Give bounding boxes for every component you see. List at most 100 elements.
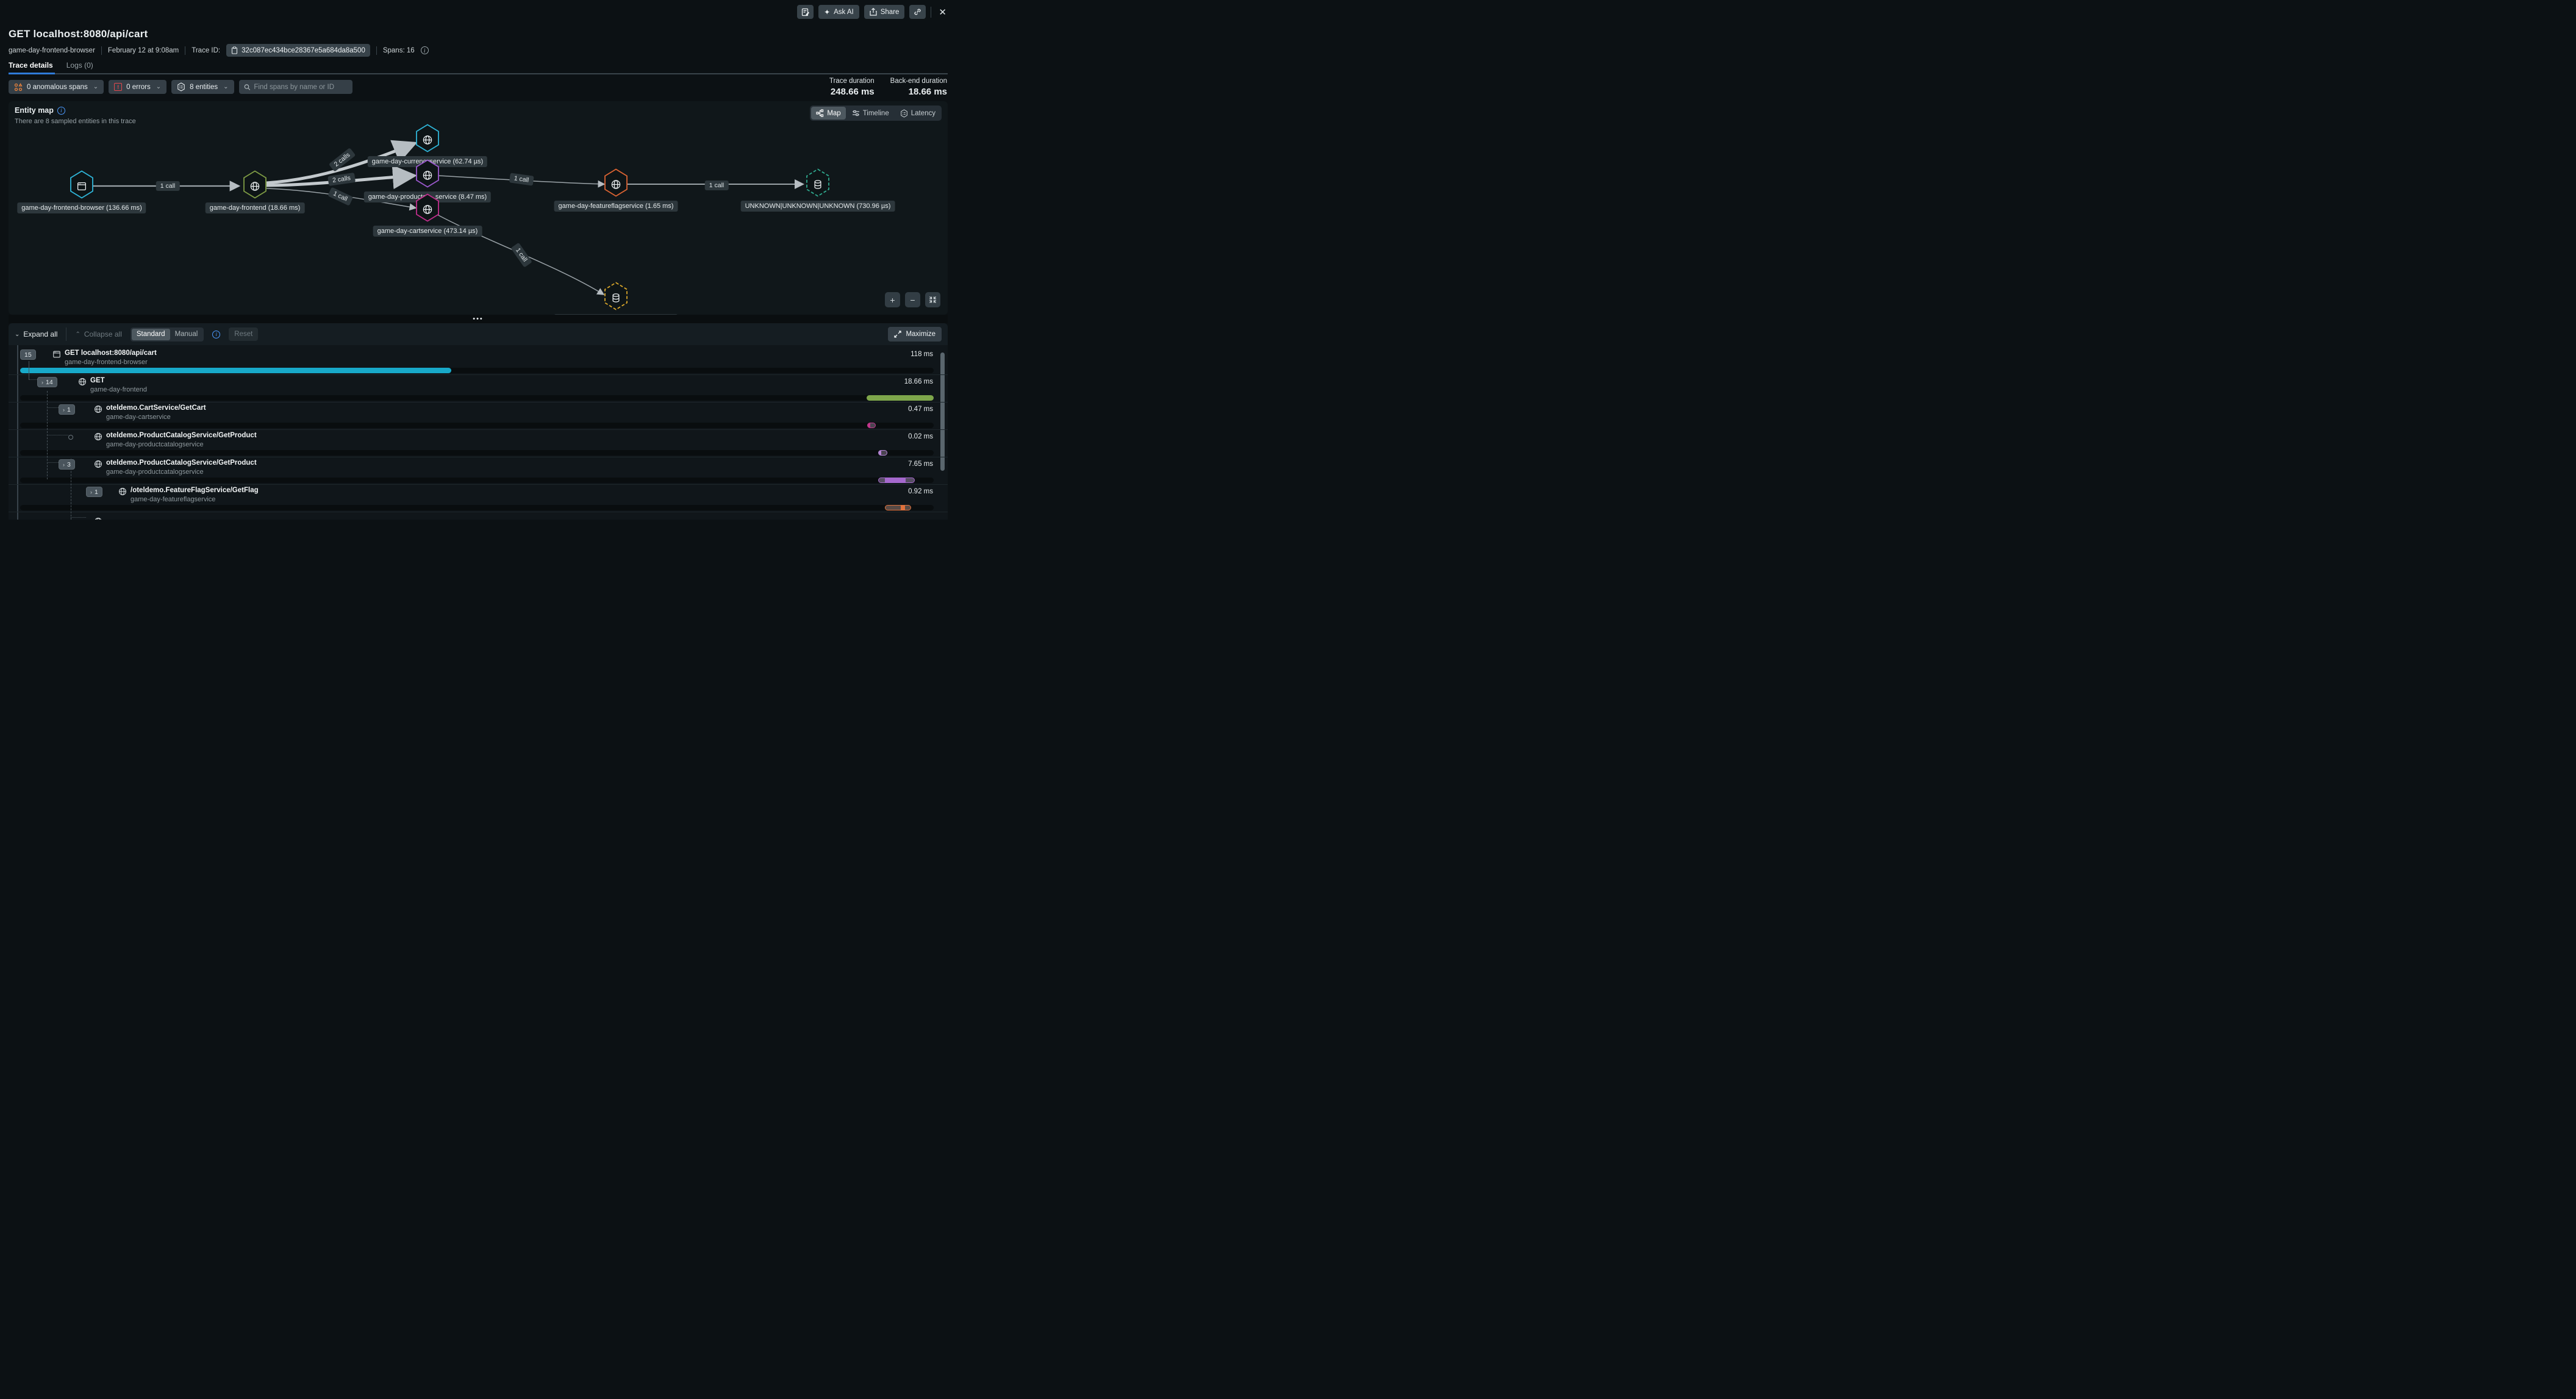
expand-all-button[interactable]: ⌄ Expand all <box>15 330 57 338</box>
span-bar <box>878 450 887 456</box>
globe-icon <box>118 487 127 496</box>
ask-ai-button[interactable]: ✦ Ask AI <box>818 5 859 19</box>
errors-dropdown[interactable]: ! 0 errors⌄ <box>109 80 166 94</box>
span-bar <box>867 423 876 428</box>
filter-row: 0 anomalous spans⌄ ! 0 errors⌄ 8 entitie… <box>9 80 352 94</box>
edge-call-count-label: 2 calls <box>327 173 356 186</box>
trace-duration-stat: Trace duration 248.66 ms <box>829 77 875 97</box>
notes-button[interactable] <box>797 5 814 19</box>
span-toggle-badge[interactable]: 15 <box>20 349 36 360</box>
chevron-down-icon: ⌄ <box>156 84 161 90</box>
tree-guide-stub <box>47 462 59 463</box>
entity-node-redis[interactable] <box>604 282 628 313</box>
span-toggle-badge[interactable]: ›1 <box>86 487 102 497</box>
globe-icon-slot <box>94 517 102 520</box>
entity-node-game-day-frontend-browser[interactable] <box>70 171 93 202</box>
span-row[interactable]: oteldemo.ProductCatalogService/GetProduc… <box>9 430 948 457</box>
span-bar <box>867 395 934 401</box>
share-button[interactable]: Share <box>864 5 905 19</box>
copy-link-button[interactable] <box>909 5 926 19</box>
entity-map-panel: Entity map i There are 8 sampled entitie… <box>9 101 948 315</box>
meta-divider <box>376 46 377 55</box>
entity-map-info-icon[interactable]: i <box>57 107 65 115</box>
span-row[interactable]: ›3oteldemo.ProductCatalogService/GetProd… <box>9 457 948 484</box>
view-map-button[interactable]: Map <box>811 107 845 120</box>
database-icon <box>611 293 621 303</box>
span-duration: 0.47 ms <box>908 406 933 413</box>
span-bar <box>878 478 915 483</box>
map-icon <box>816 109 824 117</box>
mode-standard-button[interactable]: Standard <box>132 329 170 340</box>
entity-label-game-day-cartservice: game-day-cartservice (473.14 µs) <box>373 226 482 237</box>
chevron-up-icon: ⌃ <box>75 331 80 338</box>
span-duration: 18.66 ms <box>904 378 933 385</box>
globe-icon-slot <box>118 487 127 499</box>
entity-label-game-day-frontend: game-day-frontend (18.66 ms) <box>206 202 305 213</box>
edge-call-count-label: 2 calls <box>329 148 356 172</box>
globe-icon-slot <box>94 405 102 417</box>
edge-call-count-label: 1 call <box>510 243 532 268</box>
mode-manual-button[interactable]: Manual <box>170 329 203 340</box>
entity-label-unknown: UNKNOWN|UNKNOWN|UNKNOWN (730.96 µs) <box>741 201 895 212</box>
fit-view-button[interactable] <box>925 292 940 307</box>
span-waterfall: 15GET localhost:8080/api/cartgame-day-fr… <box>9 345 948 520</box>
mode-switcher: StandardManual <box>131 327 204 342</box>
span-search[interactable] <box>239 80 352 94</box>
span-row[interactable]: ›1oteldemo.CartService/GetCartgame-day-c… <box>9 403 948 429</box>
span-service: game-day-frontend-browser <box>65 359 148 366</box>
trace-id-label: Trace ID: <box>191 47 220 54</box>
entity-node-unknown[interactable] <box>806 169 829 200</box>
search-input[interactable] <box>254 84 347 91</box>
span-track <box>20 450 934 456</box>
entity-label-game-day-productcatalogservice: game-day-productca...service (8.47 ms) <box>364 191 491 202</box>
panel-resize-handle[interactable]: ••• <box>9 315 948 323</box>
globe-icon <box>250 181 260 191</box>
zoom-out-button[interactable]: − <box>905 292 920 307</box>
span-toggle-badge[interactable]: ›3 <box>59 459 75 470</box>
span-row[interactable]: 15GET localhost:8080/api/cartgame-day-fr… <box>9 348 948 374</box>
entity-map-subtitle: There are 8 sampled entities in this tra… <box>15 118 136 125</box>
span-row[interactable]: ›1/oteldemo.FeatureFlagService/GetFlagga… <box>9 485 948 512</box>
chevron-right-icon: › <box>90 489 92 495</box>
view-timeline-button[interactable]: Timeline <box>847 107 894 120</box>
browser-icon <box>77 181 87 191</box>
close-icon[interactable]: ✕ <box>936 7 949 18</box>
globe-icon <box>423 170 433 181</box>
span-bar <box>20 368 451 373</box>
maximize-button[interactable]: Maximize <box>888 327 942 342</box>
span-row[interactable]: ›14GETgame-day-frontend18.66 ms <box>9 375 948 402</box>
tree-guide-stub <box>47 407 59 408</box>
drag-dots-icon: ••• <box>473 318 484 320</box>
globe-icon <box>94 405 102 413</box>
globe-icon-slot <box>94 460 102 471</box>
span-toggle-badge[interactable]: ›14 <box>37 377 57 387</box>
trace-id-chip[interactable]: 32c087ec434bce28367e5a684da8a500 <box>226 44 370 57</box>
fit-view-icon <box>929 296 937 304</box>
reset-button[interactable]: Reset <box>229 327 258 341</box>
trace-timestamp: February 12 at 9:08am <box>108 47 179 54</box>
entity-node-game-day-featureflagservice[interactable] <box>604 169 628 200</box>
entities-dropdown[interactable]: 8 entities⌄ <box>171 80 234 94</box>
globe-icon-slot <box>94 432 102 444</box>
edge-call-count-label: 1 call <box>156 181 180 191</box>
sparkle-icon: ✦ <box>824 8 830 16</box>
edge-call-count-label: 1 call <box>509 173 534 185</box>
span-duration: 0.02 ms <box>908 433 933 440</box>
entity-node-game-day-frontend[interactable] <box>243 171 267 202</box>
entity-node-game-day-currencyservice[interactable] <box>416 124 439 156</box>
zoom-in-button[interactable]: + <box>885 292 900 307</box>
collapse-all-button[interactable]: ⌃ Collapse all <box>75 330 121 338</box>
mode-info-icon[interactable]: i <box>212 331 220 338</box>
hexagon-icon <box>243 171 267 199</box>
tabs-underline-active <box>9 73 55 74</box>
span-toggle-badge[interactable]: ›1 <box>59 404 75 415</box>
timeline-icon <box>852 109 860 117</box>
tabs-underline <box>9 73 948 74</box>
hexagon-icon <box>806 169 829 197</box>
chevron-down-icon: ⌄ <box>223 84 228 90</box>
view-latency-button[interactable]: Latency <box>895 107 940 120</box>
page-title: GET localhost:8080/api/cart <box>9 28 148 40</box>
span-row-partial[interactable] <box>9 512 948 520</box>
anomalous-spans-dropdown[interactable]: 0 anomalous spans⌄ <box>9 80 104 94</box>
spans-info-icon[interactable]: i <box>421 46 429 54</box>
